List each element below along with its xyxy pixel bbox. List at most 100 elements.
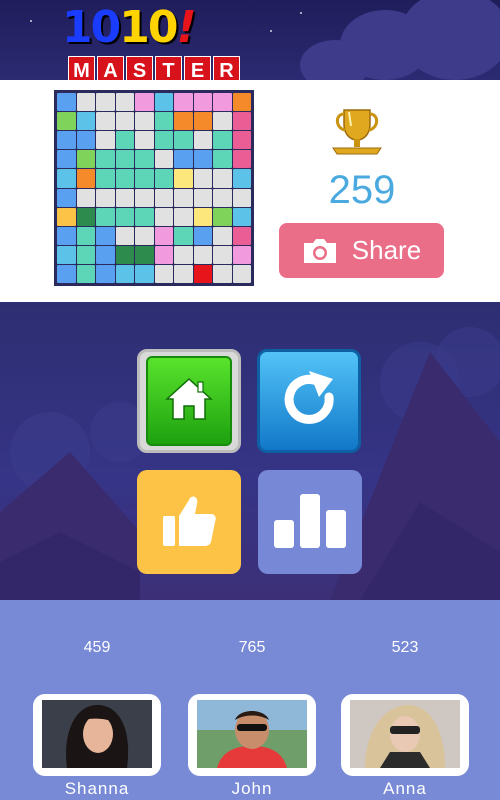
- avatar: [42, 700, 152, 768]
- board-cell: [213, 112, 232, 131]
- board-cell: [154, 207, 173, 226]
- board-cell: [135, 112, 154, 131]
- bar-chart-icon: [270, 490, 350, 555]
- board-cell: [76, 131, 95, 150]
- board-cell: [193, 169, 212, 188]
- board-cell: [135, 169, 154, 188]
- friend-score: 765: [238, 639, 266, 656]
- board-cell: [115, 264, 134, 283]
- friend-photo-frame: [341, 694, 469, 776]
- share-button[interactable]: Share: [279, 223, 444, 278]
- board-cell: [57, 264, 76, 283]
- friend-card-shanna[interactable]: 459 Shanna: [33, 636, 161, 798]
- trophy-icon: [327, 102, 387, 162]
- friend-card-john[interactable]: 765 John: [188, 636, 316, 798]
- board-cell: [174, 245, 193, 264]
- board-cell: [193, 131, 212, 150]
- board-cell: [57, 207, 76, 226]
- board-cell: [76, 207, 95, 226]
- friend-photo-frame: [33, 694, 161, 776]
- board-cell: [76, 150, 95, 169]
- result-panel: 259 Share: [0, 80, 500, 302]
- board-cell: [232, 264, 251, 283]
- friend-card-anna[interactable]: 523 Anna: [341, 636, 469, 798]
- avatar: [197, 700, 307, 768]
- board-cell: [57, 93, 76, 112]
- board-cell: [174, 112, 193, 131]
- board-cell: [115, 245, 134, 264]
- board-cell: [193, 93, 212, 112]
- board-cell: [174, 207, 193, 226]
- game-logo: 1010! MASTER: [62, 6, 252, 88]
- replay-button[interactable]: [257, 349, 361, 453]
- board-cell: [96, 245, 115, 264]
- home-button-face: [146, 356, 232, 446]
- board-cell: [174, 169, 193, 188]
- board-cell: [57, 112, 76, 131]
- board-cell: [154, 93, 173, 112]
- board-cell: [135, 150, 154, 169]
- friend-score: 523: [391, 639, 419, 656]
- home-button[interactable]: [137, 349, 241, 453]
- board-cell: [174, 188, 193, 207]
- board-cell: [115, 131, 134, 150]
- board-cell: [232, 150, 251, 169]
- board-cell: [96, 264, 115, 283]
- board-cell: [232, 226, 251, 245]
- board-cell: [232, 245, 251, 264]
- board-cell: [135, 131, 154, 150]
- board-cell: [154, 245, 173, 264]
- board-cell: [193, 188, 212, 207]
- board-cell: [96, 169, 115, 188]
- board-cell: [154, 112, 173, 131]
- board-cell: [135, 245, 154, 264]
- board-cell: [57, 188, 76, 207]
- logo-title: 1010!: [62, 2, 197, 53]
- board-cell: [232, 207, 251, 226]
- board-cell: [193, 226, 212, 245]
- rate-button[interactable]: [137, 470, 241, 574]
- friend-name: Shanna: [64, 779, 130, 798]
- board-cell: [135, 188, 154, 207]
- board-cell: [96, 207, 115, 226]
- board-cell: [154, 169, 173, 188]
- board-cell: [135, 207, 154, 226]
- board-cell: [154, 188, 173, 207]
- board-cell: [57, 169, 76, 188]
- board-cell: [154, 150, 173, 169]
- board-cell: [76, 264, 95, 283]
- game-area-background: [0, 302, 500, 600]
- board-cell: [115, 188, 134, 207]
- board-cell: [174, 264, 193, 283]
- board-cell: [135, 264, 154, 283]
- replay-icon: [277, 367, 341, 436]
- board-cell: [213, 226, 232, 245]
- friend-score: 459: [83, 639, 111, 656]
- board-cell: [115, 226, 134, 245]
- board-cell: [57, 245, 76, 264]
- leaderboard-button[interactable]: [258, 470, 362, 574]
- board-cell: [193, 112, 212, 131]
- home-icon: [164, 376, 214, 427]
- board-cell: [115, 112, 134, 131]
- board-cell: [213, 93, 232, 112]
- board-cell: [232, 188, 251, 207]
- board-cell: [232, 93, 251, 112]
- board-cell: [232, 131, 251, 150]
- board-cell: [115, 169, 134, 188]
- board-cell: [232, 112, 251, 131]
- board-cell: [154, 226, 173, 245]
- board-cell: [193, 150, 212, 169]
- board-cell: [213, 264, 232, 283]
- board-cell: [76, 112, 95, 131]
- board-cell: [213, 188, 232, 207]
- board-cell: [193, 264, 212, 283]
- board-cell: [174, 226, 193, 245]
- board-cell: [154, 264, 173, 283]
- board-cell: [57, 226, 76, 245]
- board-cell: [76, 245, 95, 264]
- friend-name: John: [231, 779, 273, 798]
- board-cell: [115, 207, 134, 226]
- board-cell: [76, 93, 95, 112]
- board-cell: [115, 93, 134, 112]
